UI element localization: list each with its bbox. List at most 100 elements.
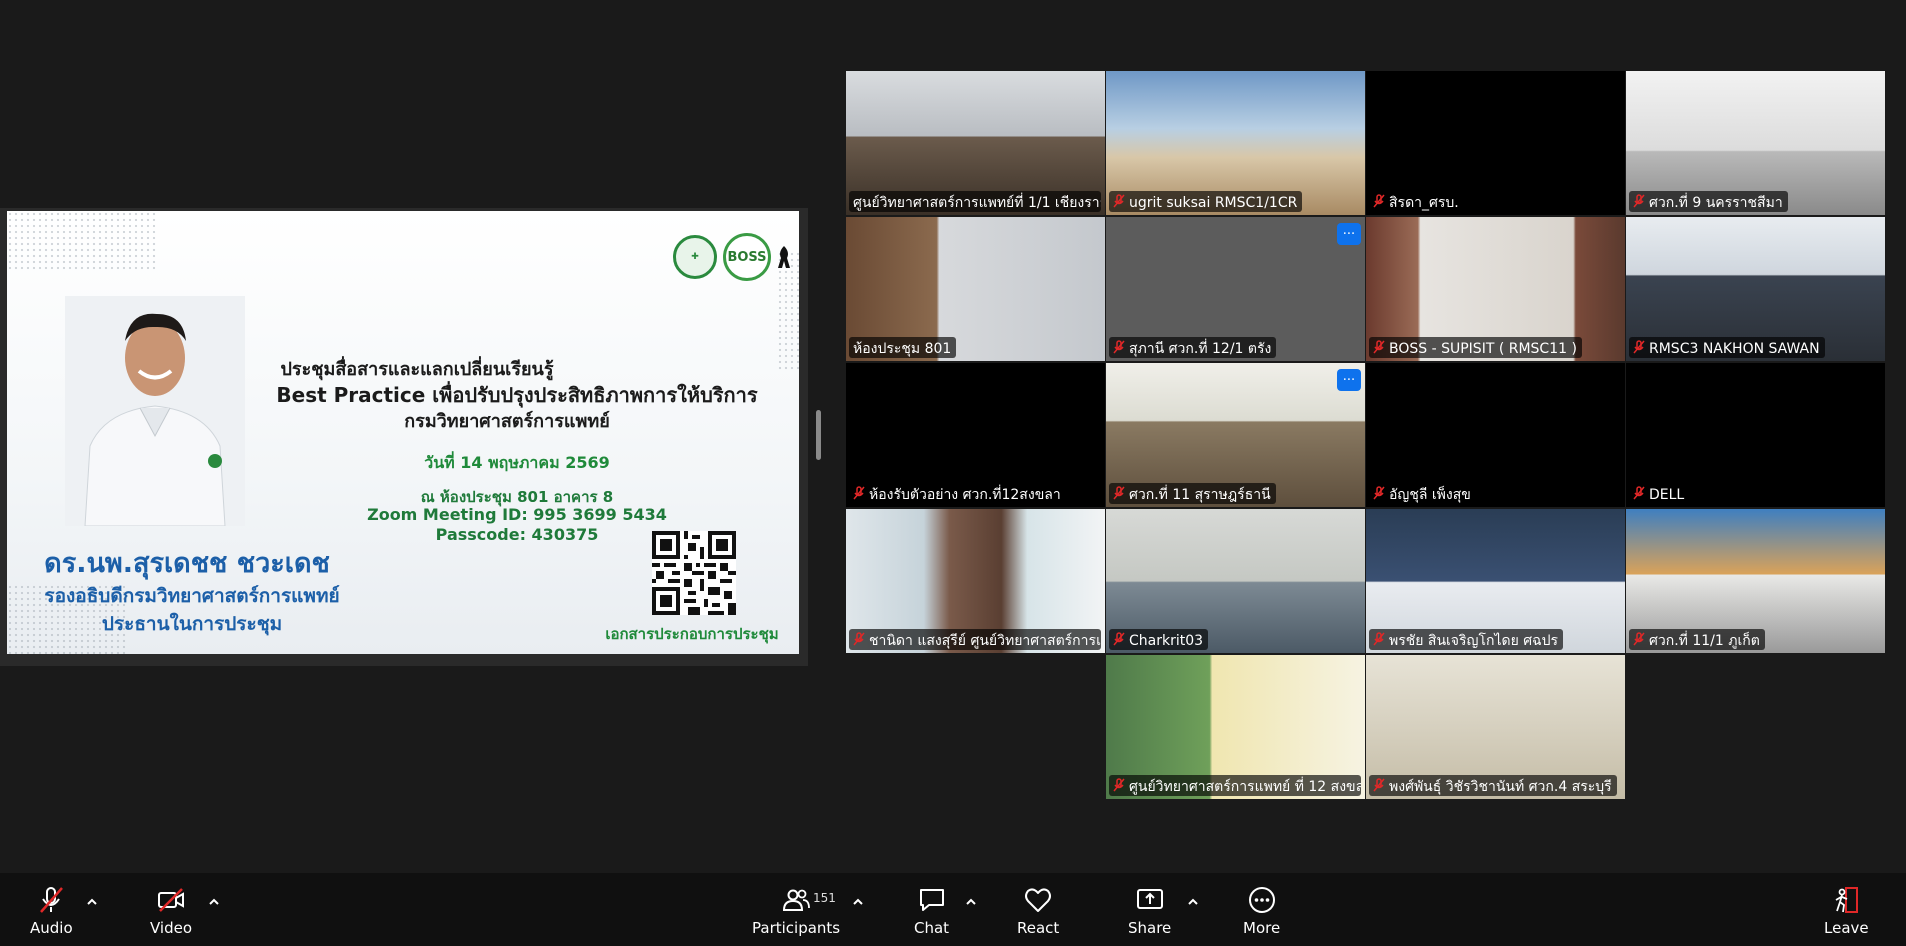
- video-tile[interactable]: สิรดา_ศรบ.: [1366, 71, 1625, 215]
- qr-code: [652, 531, 736, 615]
- participants-count: 151: [813, 891, 836, 905]
- video-tile[interactable]: ศูนย์วิทยาศาสตร์การแพทย์ที่ 1/1 เชียงราย: [846, 71, 1105, 215]
- chat-button[interactable]: Chat: [914, 885, 949, 941]
- participant-name-text: พงศ์พันธุ์ วิชัรวิชานันท์ ศวก.4 สระบุรี: [1389, 778, 1612, 795]
- muted-mic-icon: [1373, 777, 1385, 796]
- more-button[interactable]: More: [1243, 885, 1280, 941]
- video-tile[interactable]: Charkrit03: [1106, 509, 1365, 653]
- audio-options-caret-icon[interactable]: [85, 895, 99, 909]
- participant-name: ห้องประชุม 801: [849, 337, 957, 358]
- participant-name: พรชัย สินเจริญโกไดย ศฉปร: [1369, 629, 1564, 650]
- video-tile[interactable]: ศวก.ที่ 9 นครราชสีมา: [1626, 71, 1885, 215]
- presentation-slide: ✚ BOSS ประชุมสื่อสารและแลกเปลี่ยนเรียนรู…: [7, 211, 799, 654]
- muted-mic-icon: [1633, 485, 1645, 504]
- video-options-caret-icon[interactable]: [207, 895, 221, 909]
- split-view-handle[interactable]: [816, 410, 821, 460]
- slide-document-link: เอกสารประกอบการประชุม: [605, 625, 779, 643]
- participants-icon: [783, 889, 810, 911]
- slide-passcode: Passcode: 430375: [435, 525, 599, 544]
- video-off-icon: [158, 888, 185, 912]
- speaker-duty: ประธานในการประชุม: [101, 613, 283, 635]
- muted-mic-icon: [1113, 193, 1125, 212]
- participants-options-caret-icon[interactable]: [851, 895, 865, 909]
- tile-more-options-button[interactable]: ...: [1337, 223, 1361, 245]
- slide-meeting-id: Zoom Meeting ID: 995 3699 5434: [367, 505, 667, 524]
- video-tile[interactable]: ชานิดา แสงสุรีย์ ศูนย์วิทยาศาสตร์การแพทย…: [846, 509, 1105, 653]
- muted-mic-icon: [853, 631, 865, 650]
- muted-mic-icon: [1113, 631, 1125, 650]
- video-tile[interactable]: DELL: [1626, 363, 1885, 507]
- participant-name: สิรดา_ศรบ.: [1369, 191, 1464, 212]
- video-button[interactable]: Video: [150, 885, 192, 941]
- react-label: React: [1017, 919, 1060, 937]
- participant-name: DELL: [1629, 483, 1690, 504]
- participant-name: พงศ์พันธุ์ วิชัรวิชานันท์ ศวก.4 สระบุรี: [1369, 775, 1617, 796]
- share-label: Share: [1128, 919, 1172, 937]
- participant-name-text: ชานิดา แสงสุรีย์ ศูนย์วิทยาศาสตร์การแพทย…: [869, 632, 1101, 649]
- participant-name-text: ศวก.ที่ 9 นครราชสีมา: [1649, 194, 1783, 211]
- audio-label: Audio: [30, 919, 73, 937]
- video-tile[interactable]: ห้องรับตัวอย่าง ศวก.ที่12สงขลา: [846, 363, 1105, 507]
- chat-label: Chat: [914, 919, 950, 937]
- participant-name-text: ห้องรับตัวอย่าง ศวก.ที่12สงขลา: [869, 486, 1061, 503]
- boss-logo: BOSS: [723, 233, 771, 281]
- participant-name-text: ศวก.ที่ 11/1 ภูเก็ต: [1649, 632, 1760, 649]
- more-dots-icon: [1248, 887, 1275, 913]
- video-tile[interactable]: ศูนย์วิทยาศาสตร์การแพทย์ ที่ 12 สงขลา: [1106, 655, 1365, 799]
- muted-mic-icon: [1633, 339, 1645, 358]
- video-tile[interactable]: ... ศวก.ที่ 11 สุราษฎร์ธานี: [1106, 363, 1365, 507]
- participant-name: ศูนย์วิทยาศาสตร์การแพทย์ ที่ 12 สงขลา: [1109, 775, 1361, 796]
- participant-name-text: สิรดา_ศรบ.: [1389, 194, 1459, 211]
- participant-name-text: พรชัย สินเจริญโกไดย ศฉปร: [1389, 632, 1559, 649]
- tile-more-options-button[interactable]: ...: [1337, 369, 1361, 391]
- react-button[interactable]: React: [1017, 885, 1059, 941]
- participant-name: ศวก.ที่ 9 นครราชสีมา: [1629, 191, 1788, 212]
- muted-mic-icon: [1633, 631, 1645, 650]
- participant-name-text: BOSS - SUPISIT ( RMSC11 ): [1389, 340, 1577, 357]
- muted-mic-icon: [853, 485, 865, 504]
- dmsc-logo: ✚: [673, 235, 717, 279]
- muted-mic-icon: [1113, 485, 1125, 504]
- speaker-role: รองอธิบดีกรมวิทยาศาสตร์การแพทย์: [44, 585, 340, 607]
- participant-name: Charkrit03: [1109, 629, 1209, 650]
- audio-button[interactable]: Audio: [30, 885, 73, 941]
- dot-pattern: [7, 211, 157, 271]
- video-tile[interactable]: ... สุภานี ศวก.ที่ 12/1 ตรัง: [1106, 217, 1365, 361]
- muted-mic-icon: [1633, 193, 1645, 212]
- participant-name-text: สุภานี ศวก.ที่ 12/1 ตรัง: [1129, 340, 1272, 357]
- participant-name-text: ศวก.ที่ 11 สุราษฎร์ธานี: [1129, 486, 1271, 503]
- video-tile[interactable]: RMSC3 NAKHON SAWAN: [1626, 217, 1885, 361]
- participant-name: ศวก.ที่ 11/1 ภูเก็ต: [1629, 629, 1765, 650]
- meeting-toolbar: Audio Video Participants 151 Chat React …: [0, 873, 1906, 946]
- chat-options-caret-icon[interactable]: [964, 895, 978, 909]
- participant-name: RMSC3 NAKHON SAWAN: [1629, 337, 1825, 358]
- shared-screen[interactable]: ✚ BOSS ประชุมสื่อสารและแลกเปลี่ยนเรียนรู…: [0, 208, 808, 666]
- video-tile[interactable]: อัญชุลี เพ็งสุข: [1366, 363, 1625, 507]
- participant-name-text: อัญชุลี เพ็งสุข: [1389, 486, 1471, 503]
- share-options-caret-icon[interactable]: [1186, 895, 1200, 909]
- participant-name: ห้องรับตัวอย่าง ศวก.ที่12สงขลา: [849, 483, 1066, 504]
- video-tile[interactable]: ศวก.ที่ 11/1 ภูเก็ต: [1626, 509, 1885, 653]
- muted-mic-icon: [1373, 485, 1385, 504]
- video-tile[interactable]: พงศ์พันธุ์ วิชัรวิชานันท์ ศวก.4 สระบุรี: [1366, 655, 1625, 799]
- slide-date: วันที่ 14 พฤษภาคม 2569: [424, 453, 610, 472]
- more-label: More: [1243, 919, 1281, 937]
- leave-label: Leave: [1824, 919, 1869, 937]
- video-tile-active-speaker[interactable]: ห้องประชุม 801: [846, 217, 1105, 361]
- participant-name: อัญชุลี เพ็งสุข: [1369, 483, 1476, 504]
- participant-name: ศวก.ที่ 11 สุราษฎร์ธานี: [1109, 483, 1276, 504]
- participant-name-text: Charkrit03: [1129, 632, 1204, 649]
- muted-mic-icon: [1113, 339, 1125, 358]
- leave-button[interactable]: Leave: [1824, 885, 1869, 941]
- speaker-portrait: [65, 296, 245, 526]
- heart-icon: [1025, 888, 1052, 912]
- muted-mic-icon: [1373, 339, 1385, 358]
- muted-mic-icon: [1373, 631, 1385, 650]
- participant-name-text: ugrit suksai RMSC1/1CR: [1129, 194, 1298, 211]
- participant-name-text: ศูนย์วิทยาศาสตร์การแพทย์ ที่ 12 สงขลา: [1129, 778, 1361, 795]
- participant-name: สุภานี ศวก.ที่ 12/1 ตรัง: [1109, 337, 1277, 358]
- video-tile[interactable]: ugrit suksai RMSC1/1CR: [1106, 71, 1365, 215]
- video-tile[interactable]: BOSS - SUPISIT ( RMSC11 ): [1366, 217, 1625, 361]
- share-button[interactable]: Share: [1128, 885, 1171, 941]
- video-tile[interactable]: พรชัย สินเจริญโกไดย ศฉปร: [1366, 509, 1625, 653]
